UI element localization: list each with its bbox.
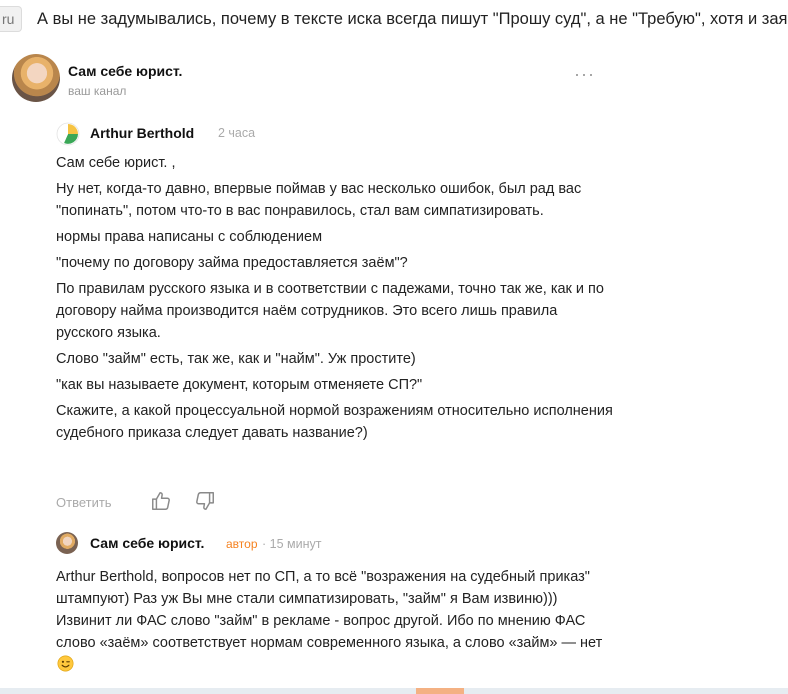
channel-subtitle: ваш канал [68,84,127,98]
comment-time: · 15 минут [262,537,322,551]
zen-logo-icon [56,122,80,146]
channel-name[interactable]: Сам себе юрист. [68,63,182,79]
comment-text: Arthur Berthold, вопросов нет по СП, а т… [56,569,603,651]
comment-actions: Ответить [56,490,356,514]
comment-author[interactable]: Arthur Berthold [90,125,194,141]
comment-paragraph: Сам себе юрист. , [56,155,176,171]
comment-paragraph: Скажите, а какой процессуальной нормой в… [56,403,613,441]
comment-body: Сам себе юрист. , Ну нет, когда-то давно… [56,152,616,448]
more-options-icon[interactable]: ··· [574,65,604,88]
article-title[interactable]: А вы не задумывались, почему в тексте ис… [37,10,787,29]
comment-paragraph: нормы права написаны с соблюдением [56,229,323,245]
author-avatar[interactable] [56,532,78,554]
channel-avatar[interactable] [12,54,60,102]
reply-button[interactable]: Ответить [56,495,112,510]
comment-paragraph: Ну нет, когда-то давно, впервые поймав у… [56,181,582,219]
comment-paragraph: Слово "займ" есть, так же, как и "найм".… [56,351,416,367]
comment-paragraph: По правилам русского языка и в соответст… [56,281,604,341]
comment-author[interactable]: Сам себе юрист. [90,535,204,551]
comment-paragraph: "как вы называете документ, которым отме… [56,377,423,393]
thumbs-up-icon[interactable] [150,490,172,512]
comment-time: 2 часа [218,126,256,140]
article-header: ru А вы не задумывались, почему в тексте… [0,0,788,42]
channel-card: Сам себе юрист. ваш канал ··· [12,54,602,104]
winking-smiley-icon [57,655,74,672]
author-badge: автор [226,537,258,551]
bottom-accent-block [416,688,464,694]
bottom-scroll-strip [0,688,788,694]
browser-tab-stub[interactable]: ru [0,6,22,32]
comment-paragraph: "почему по договору займа предоставляетс… [56,255,408,271]
comment-body: Arthur Berthold, вопросов нет по СП, а т… [56,566,616,676]
thumbs-down-icon[interactable] [194,490,216,512]
